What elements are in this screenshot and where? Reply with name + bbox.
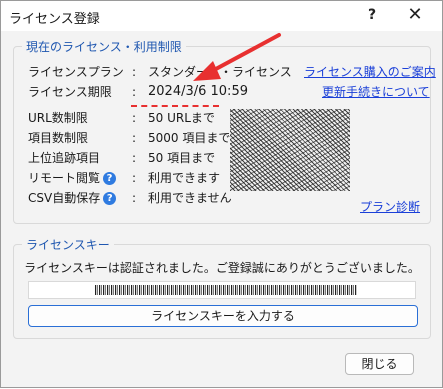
label-expiry: ライセンス期限 xyxy=(28,85,112,99)
annotation-underline xyxy=(131,105,219,107)
colon: : xyxy=(132,85,137,99)
license-key-notice: ライセンスキーは認証されました。ご登録誠にありがとうございました。 xyxy=(24,261,420,275)
plan-diagnosis-link[interactable]: プラン診断 xyxy=(360,198,420,215)
close-button[interactable]: 閉じる xyxy=(345,353,414,375)
label-item-limit: 項目数制限 xyxy=(28,131,89,145)
value-expiry: 2024/3/6 10:59 xyxy=(148,84,248,99)
title-bar: ライセンス登録 ? ✕ xyxy=(1,1,442,31)
colon: : xyxy=(132,151,137,165)
enter-license-key-button[interactable]: ライセンスキーを入力する xyxy=(28,305,418,327)
current-license-legend: 現在のライセンス・利用制限 xyxy=(22,38,186,55)
redacted-qr-image xyxy=(230,109,350,191)
current-license-group: 現在のライセンス・利用制限 ライセンスプラン : スタンダード・ライセンス ライ… xyxy=(13,38,436,224)
value-item-limit: 5000 項目まで xyxy=(148,131,231,145)
value-top-tracking: 50 項目まで xyxy=(148,151,216,165)
question-circle-icon[interactable]: ? xyxy=(103,192,117,205)
label-top-tracking: 上位追跡項目 xyxy=(28,151,101,165)
window-title: ライセンス登録 xyxy=(9,12,100,27)
colon: : xyxy=(132,65,137,79)
label-csv-autosave-text: CSV自動保存 xyxy=(28,191,101,205)
label-csv-autosave: CSV自動保存? xyxy=(28,189,117,207)
license-key-display xyxy=(28,281,416,299)
label-remote-view: リモート閲覧? xyxy=(28,169,117,187)
help-button[interactable]: ? xyxy=(358,4,386,26)
value-plan: スタンダード・ライセンス xyxy=(148,65,292,79)
colon: : xyxy=(132,191,137,205)
value-url-limit: 50 URLまで xyxy=(148,111,215,125)
license-key-group: ライセンスキー ライセンスキーは認証されました。ご登録誠にありがとうございました… xyxy=(13,236,431,339)
license-key-legend: ライセンスキー xyxy=(22,236,114,253)
redacted-license-key xyxy=(95,285,357,295)
license-dialog: ライセンス登録 ? ✕ 現在のライセンス・利用制限 ライセンスプラン : スタン… xyxy=(0,0,443,388)
question-circle-icon[interactable]: ? xyxy=(103,172,117,185)
renew-link[interactable]: 更新手続きについて xyxy=(322,83,430,100)
label-plan: ライセンスプラン xyxy=(28,65,124,79)
window-close-button[interactable]: ✕ xyxy=(401,4,429,26)
label-remote-view-text: リモート閲覧 xyxy=(28,171,101,185)
colon: : xyxy=(132,171,137,185)
value-remote-view: 利用できます xyxy=(148,171,221,185)
purchase-link[interactable]: ライセンス購入のご案内 xyxy=(304,63,436,80)
label-url-limit: URL数制限 xyxy=(28,111,88,125)
value-csv-autosave: 利用できません xyxy=(148,191,232,205)
colon: : xyxy=(132,111,137,125)
colon: : xyxy=(132,131,137,145)
